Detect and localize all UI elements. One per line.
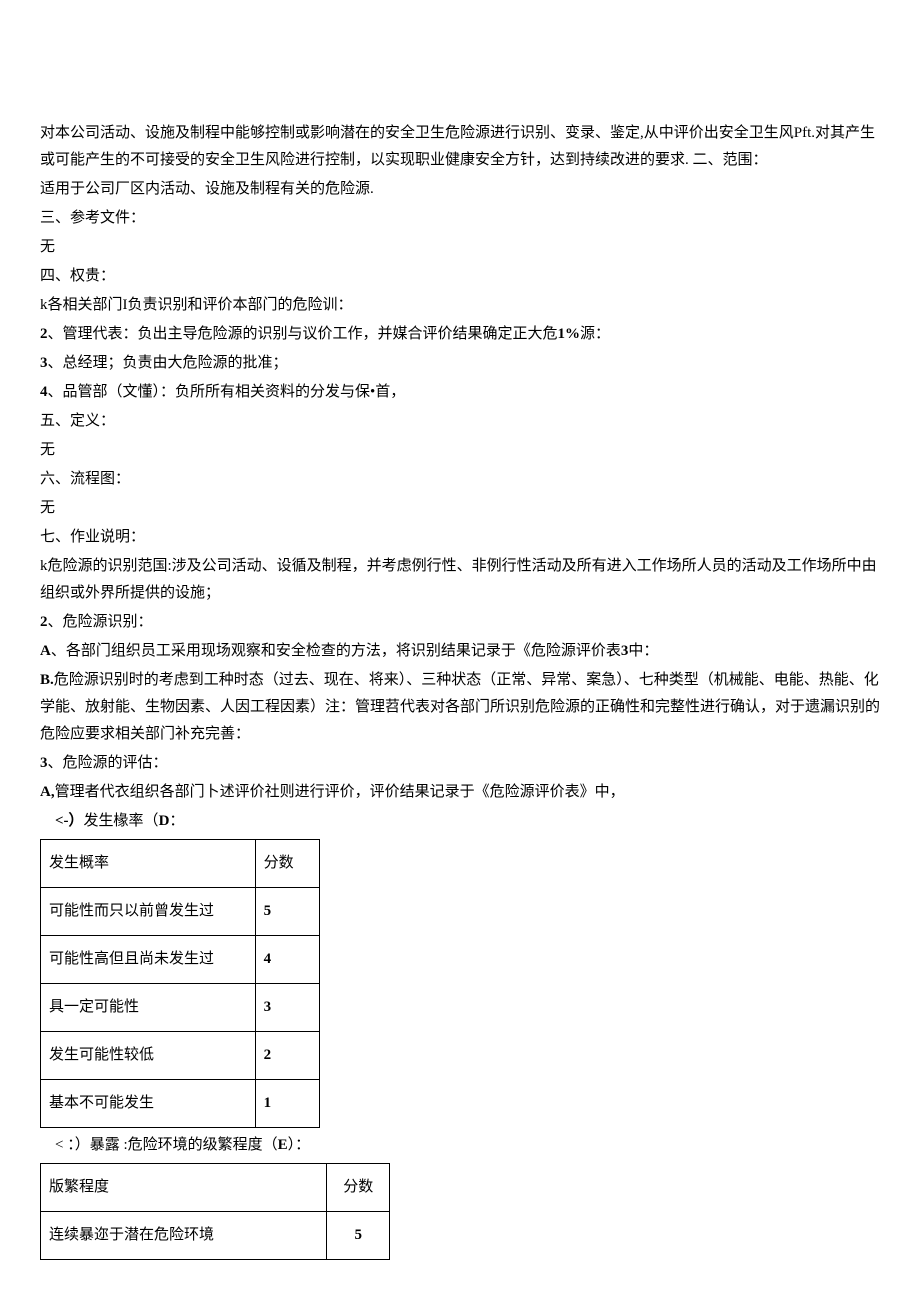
probability-table: 发生概率 分数 可能性而只以前曾发生过 5 可能性高但且尚未发生过 4 具一定可…: [40, 839, 320, 1128]
table-row: 可能性高但且尚未发生过 4: [41, 936, 320, 984]
section-definition: 五、定义：: [40, 408, 880, 435]
letter-a2: A,: [40, 784, 55, 800]
item-a-mgr-eval: A,管理者代衣组织各部门卜述评价社则进行评价，评价结果记录于《危险源评价表》中，: [40, 779, 880, 806]
text-colon: ：: [169, 813, 184, 829]
cell-score: 2: [255, 1032, 319, 1080]
num-2: 2: [40, 326, 48, 342]
text-observation: 、各部门组织员工采用现场观察和安全检查的方法，将识别结果记录于《危险源评价表: [51, 643, 621, 659]
text-exposure-pre: < ：）暴露 :危险环境的级繁程度（: [55, 1137, 278, 1153]
cell-prob-header: 发生概率: [41, 840, 256, 888]
cell-score-header: 分数: [327, 1164, 390, 1212]
cell-prob: 基本不可能发生: [41, 1080, 256, 1128]
cell-score: 5: [327, 1212, 390, 1260]
item-k-hazard-scope: k危险源的识别范国:涉及公司活动、设循及制程，并考虑例行性、非例行性活动及所有进…: [40, 553, 880, 607]
letter-d: D: [159, 813, 170, 829]
table-row: 基本不可能发生 1: [41, 1080, 320, 1128]
item-3-evaluation: 3、危险源的评估：: [40, 750, 880, 777]
table-row: 可能性而只以前曾发生过 5: [41, 888, 320, 936]
section-responsibility: 四、权贵：: [40, 263, 880, 290]
cell-score: 3: [255, 984, 319, 1032]
sub-exposure: < ：）暴露 :危险环境的级繁程度（E）：: [40, 1132, 880, 1159]
cell-score: 4: [255, 936, 319, 984]
num-3: 3: [40, 355, 48, 371]
sub-probability: <-）发生椽率（D：: [40, 808, 880, 835]
cell-score: 5: [255, 888, 319, 936]
text-qc: 、品管部（文懂）：负所所有相关资料的分发与保•首，: [48, 384, 406, 400]
letter-b: B.: [40, 672, 54, 688]
item-k-departments: k各相关部门I负责识别和评价本部门的危险训：: [40, 292, 880, 319]
text-source: 源：: [580, 326, 610, 342]
item-b-consideration: B.危险源识别时的考虑到工种时态（过去、现在、将来）、三种状态（正常、异常、案急…: [40, 667, 880, 748]
text-hazard-id: 、危险源识别：: [48, 614, 153, 630]
cell-score: 1: [255, 1080, 319, 1128]
text-none-1: 无: [40, 234, 880, 261]
paragraph-intro: 对本公司活动、设施及制程中能够控制或影响潜在的安全卫生危险源进行识别、变录、鉴定…: [40, 120, 880, 174]
symbol-arrow: <-）: [55, 813, 84, 829]
item-2-mgmt-rep: 2、管理代表：负出主导危险源的识别与议价工作，并媒合评价结果确定正大危1%源：: [40, 321, 880, 348]
section-work-desc: 七、作业说明：: [40, 524, 880, 551]
letter-e: E: [278, 1137, 288, 1153]
cell-freq: 连续暴迩于潜在危险环境: [41, 1212, 327, 1260]
text-mgmt-rep: 、管理代表：负出主导危险源的识别与议价工作，并媒合评价结果确定正大危: [48, 326, 558, 342]
text-1pct: 1%: [558, 326, 581, 342]
item-3-gm: 3、总经理；负责由大危险源的批准；: [40, 350, 880, 377]
cell-prob: 发生可能性较低: [41, 1032, 256, 1080]
exposure-table: 版繁程度 分数 连续暴迩于潜在危险环境 5: [40, 1163, 390, 1260]
text-exposure-post: ）：: [288, 1137, 311, 1153]
table-row: 发生可能性较低 2: [41, 1032, 320, 1080]
cell-freq-header: 版繁程度: [41, 1164, 327, 1212]
item-a-observation: A、各部门组织员工采用现场观察和安全检查的方法，将识别结果记录于《危险源评价表3…: [40, 638, 880, 665]
item-4-qc: 4、品管部（文懂）：负所所有相关资料的分发与保•首，: [40, 379, 880, 406]
item-2-hazard-id: 2、危险源识别：: [40, 609, 880, 636]
text-consideration: 危险源识别时的考虑到工种时态（过去、现在、将来）、三种状态（正常、异常、案急）、…: [40, 672, 880, 742]
text-mgr-eval: 管理者代衣组织各部门卜述评价社则进行评价，评价结果记录于《危险源评价表》中，: [55, 784, 625, 800]
table-row: 具一定可能性 3: [41, 984, 320, 1032]
num-4: 4: [40, 384, 48, 400]
cell-score-header: 分数: [255, 840, 319, 888]
section-flowchart: 六、流程图：: [40, 466, 880, 493]
table-row-header: 发生概率 分数: [41, 840, 320, 888]
cell-prob: 可能性而只以前曾发生过: [41, 888, 256, 936]
num-2b: 2: [40, 614, 48, 630]
cell-prob: 可能性高但且尚未发生过: [41, 936, 256, 984]
letter-a: A: [40, 643, 51, 659]
section-ref-files: 三、参考文件：: [40, 205, 880, 232]
text-none-3: 无: [40, 495, 880, 522]
paragraph-scope: 适用于公司厂区内活动、设施及制程有关的危险源.: [40, 176, 880, 203]
text-gm: 、总经理；负责由大危险源的批准；: [48, 355, 288, 371]
text-probability: 发生椽率（: [84, 813, 159, 829]
num-3c: 3: [40, 755, 48, 771]
text-evaluation: 、危险源的评估：: [48, 755, 168, 771]
text-in: 中：: [628, 643, 658, 659]
table-row: 连续暴迩于潜在危险环境 5: [41, 1212, 390, 1260]
table-row-header: 版繁程度 分数: [41, 1164, 390, 1212]
text-none-2: 无: [40, 437, 880, 464]
cell-prob: 具一定可能性: [41, 984, 256, 1032]
